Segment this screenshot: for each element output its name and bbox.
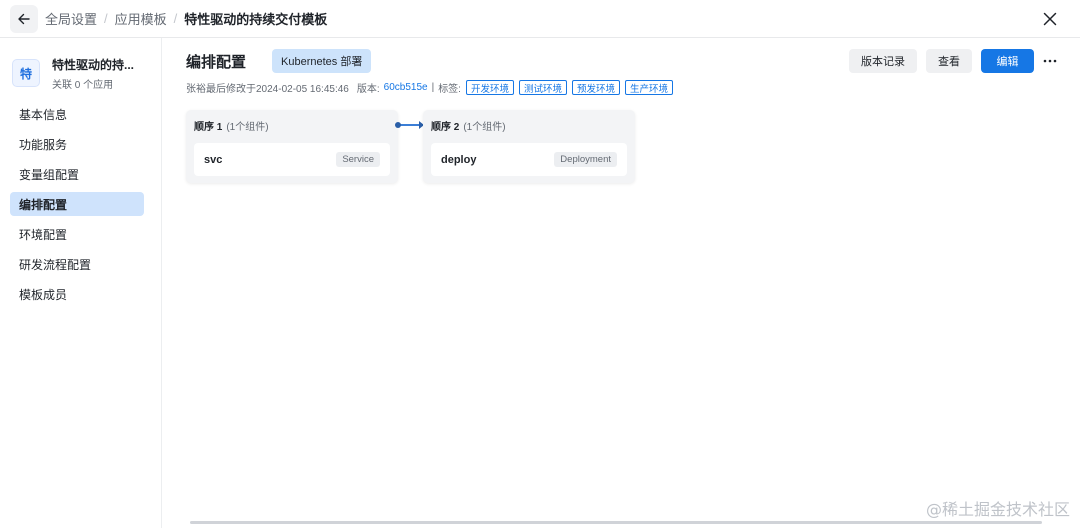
stage-header: 顺序 1 (1个组件) [186,110,398,141]
template-info: 特性驱动的持... 关联 0 个应用 [52,56,134,91]
close-button[interactable] [1040,9,1060,29]
top-header: 全局设置 / 应用模板 / 特性驱动的持续交付模板 [0,0,1080,38]
linked-prefix: 关联 [52,79,72,91]
arrow-left-icon [18,13,30,24]
component-card[interactable]: svc Service [194,143,390,176]
sidebar-nav: 基本信息 功能服务 变量组配置 编排配置 环境配置 研发流程配置 模板成员 [0,102,161,306]
version-history-button[interactable]: 版本记录 [849,49,917,73]
breadcrumb-current: 特性驱动的持续交付模板 [184,12,328,27]
more-button[interactable] [1040,49,1060,73]
sidebar-item-variable-groups[interactable]: 变量组配置 [10,162,144,186]
stage-header: 顺序 2 (1个组件) [423,110,635,141]
breadcrumb-separator: / [104,11,108,26]
meta-row: 张裕最后修改于2024-02-05 16:45:46 版本: 60cb515e … [186,80,674,95]
breadcrumb-separator: / [173,11,178,26]
horizontal-scrollbar[interactable] [190,521,1042,524]
component-name: svc [204,153,223,166]
page-title: 编排配置 [186,53,247,71]
action-bar: 版本记录 查看 编辑 [840,49,1060,73]
stage-card[interactable]: 顺序 2 (1个组件) deploy Deployment [423,110,635,183]
sidebar-item-services[interactable]: 功能服务 [10,132,144,156]
connector-dot-icon [395,122,401,128]
component-name: deploy [441,153,477,166]
main-content: 编排配置 Kubernetes 部署 版本记录 查看 编辑 张裕最后修改于202… [162,38,1080,528]
tags-label: 标签: [438,84,461,95]
stage-label: 顺序 2 [431,122,460,133]
sidebar-item-dev-process[interactable]: 研发流程配置 [10,252,144,276]
stage-label: 顺序 1 [194,122,223,133]
stage-card[interactable]: 顺序 1 (1个组件) svc Service [186,110,398,183]
env-tag-test: 测试环境 [518,80,567,95]
linked-count: 0 [74,79,81,91]
template-name: 特性驱动的持... [52,57,135,72]
env-tag-prod: 生产环境 [625,80,674,95]
sidebar-item-orchestration[interactable]: 编排配置 [10,192,144,216]
component-card[interactable]: deploy Deployment [431,143,627,176]
sidebar-item-members[interactable]: 模板成员 [10,282,144,306]
meta-divider: | [431,82,435,93]
version-label: 版本: [356,84,380,95]
template-linked-apps: 关联 0 个应用 [52,76,134,91]
env-tag-staging: 预发环境 [572,80,621,95]
component-kind-badge: Service [336,152,380,167]
sidebar-item-environments[interactable]: 环境配置 [10,222,144,246]
title-row: 编排配置 Kubernetes 部署 [186,49,372,73]
back-button[interactable] [10,4,38,33]
last-modified: 张裕最后修改于2024-02-05 16:45:46 [186,84,349,95]
breadcrumb: 全局设置 / 应用模板 / 特性驱动的持续交付模板 [45,9,327,28]
edit-button[interactable]: 编辑 [981,49,1034,73]
component-kind-badge: Deployment [554,152,617,167]
sidebar-item-basic-info[interactable]: 基本信息 [10,102,144,126]
more-horizontal-icon [1043,59,1057,63]
env-tag-dev: 开发环境 [465,80,514,95]
template-card: 特 特性驱动的持... 关联 0 个应用 [0,38,161,94]
linked-suffix: 个应用 [83,79,114,91]
stage-count: (1个组件) [463,122,506,133]
deploy-type-tag: Kubernetes 部署 [272,49,372,73]
breadcrumb-global-settings[interactable]: 全局设置 [45,9,97,28]
close-icon [1043,12,1057,26]
watermark: @稀土掘金技术社区 [925,500,1070,519]
view-button[interactable]: 查看 [926,49,972,73]
sidebar: 特 特性驱动的持... 关联 0 个应用 基本信息 功能服务 变量组配置 编排配… [0,38,162,528]
version-hash-link[interactable]: 60cb515e [384,82,428,93]
stage-count: (1个组件) [226,122,269,133]
breadcrumb-app-templates[interactable]: 应用模板 [115,9,167,28]
template-avatar: 特 [12,59,40,87]
